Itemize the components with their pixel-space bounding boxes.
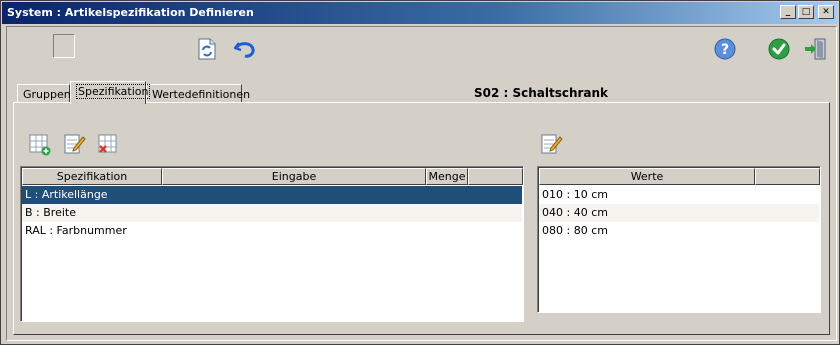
tab-spezifikation-label: Spezifikation [76,84,151,99]
value-cell: 080 : 80 cm [542,224,608,237]
close-button[interactable]: ✕ [818,5,834,19]
tab-gruppen[interactable]: Gruppen [17,84,71,103]
table-row[interactable]: B : Breite [22,204,522,222]
table-row[interactable]: 080 : 80 cm [539,222,819,240]
refresh-document-icon[interactable] [197,38,221,62]
delete-row-icon[interactable] [98,134,122,158]
window-title: System : Artikelspezifikation Definieren [7,6,254,19]
spec-table[interactable]: Spezifikation Eingabe Menge L : Artikell… [20,166,524,322]
context-title: S02 : Schaltschrank [473,86,609,100]
table-row[interactable]: RAL : Farbnummer [22,222,522,240]
help-icon[interactable]: ? [714,38,738,62]
svg-text:?: ? [721,42,729,58]
table-row[interactable]: 040 : 40 cm [539,204,819,222]
values-table[interactable]: Werte 010 : 10 cm 040 : 40 cm 080 : 80 c… [537,166,821,313]
add-row-icon[interactable] [29,134,53,158]
undo-icon[interactable] [233,39,258,63]
spec-table-header: Spezifikation Eingabe Menge [22,168,523,185]
tab-wertedefinitionen[interactable]: Wertedefinitionen [146,84,250,103]
col-spezifikation[interactable]: Spezifikation [22,168,162,185]
app-window: System : Artikelspezifikation Definieren… [0,0,840,345]
table-row[interactable]: L : Artikellänge [22,186,522,204]
values-table-header: Werte [539,168,820,185]
title-bar[interactable]: System : Artikelspezifikation Definieren… [2,2,838,24]
ok-check-icon[interactable] [768,38,792,62]
maximize-button[interactable]: □ [798,5,814,19]
value-cell: 010 : 10 cm [542,188,608,201]
col-filler [468,168,523,185]
edit-icon[interactable] [64,133,88,157]
tab-spezifikation[interactable]: Spezifikation [70,81,151,104]
window-controls: _ □ ✕ [780,5,834,19]
col-filler [755,168,820,185]
col-werte[interactable]: Werte [539,168,755,185]
value-cell: 040 : 40 cm [542,206,608,219]
tab-gruppen-label: Gruppen [23,88,71,101]
spec-cell: B : Breite [25,206,76,219]
minimize-button[interactable]: _ [780,5,796,19]
edit-values-icon[interactable] [541,133,565,157]
table-row[interactable]: 010 : 10 cm [539,186,819,204]
empty-toolbar-slot [53,34,75,58]
col-eingabe[interactable]: Eingabe [162,168,426,185]
exit-door-icon[interactable] [804,37,828,61]
spec-cell: RAL : Farbnummer [25,224,127,237]
tab-wertedefinitionen-label: Wertedefinitionen [152,88,251,101]
col-menge[interactable]: Menge [426,168,468,185]
spec-cell: L : Artikellänge [25,188,108,201]
